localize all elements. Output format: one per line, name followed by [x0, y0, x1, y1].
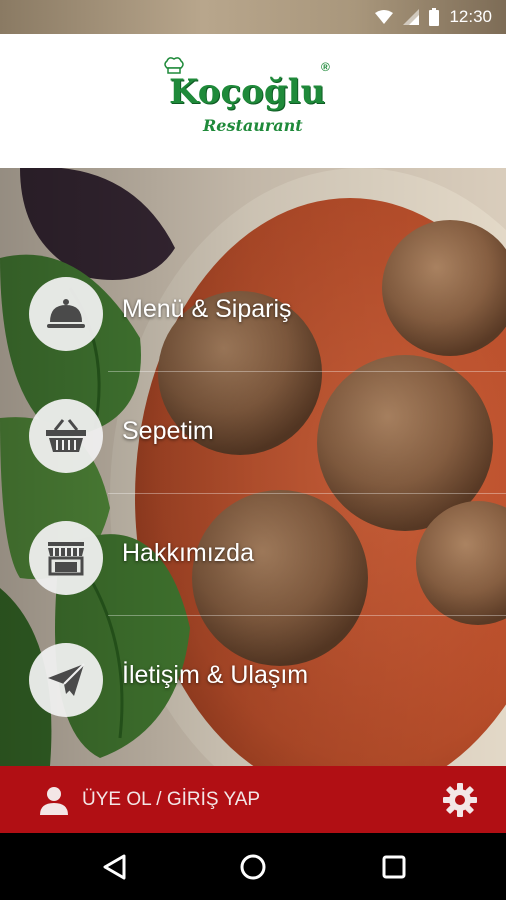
app-header: Koçoğlu ® Restaurant — [0, 34, 506, 168]
menu-item-label: Menü & Sipariş — [122, 295, 292, 323]
menu-item-about[interactable]: Hakkımızda — [0, 494, 506, 616]
gear-icon[interactable] — [442, 782, 478, 818]
bottom-action-bar: ÜYE OL / GİRİŞ YAP — [0, 766, 506, 833]
home-icon — [240, 854, 266, 880]
restaurant-logo: Koçoğlu ® Restaurant — [163, 56, 343, 146]
paper-plane-icon — [48, 663, 85, 696]
status-icons: 12:30 — [375, 6, 492, 28]
back-icon — [103, 854, 126, 880]
menu-item-order[interactable]: Menü & Sipariş — [0, 250, 506, 372]
status-bar: 12:30 — [0, 0, 506, 34]
menu-icon-circle — [29, 277, 103, 351]
login-register-button[interactable]: ÜYE OL / GİRİŞ YAP — [38, 782, 260, 818]
menu-item-cart[interactable]: Sepetim — [0, 372, 506, 494]
storefront-icon — [48, 542, 84, 576]
cloche-icon — [47, 299, 85, 328]
home-button[interactable] — [237, 851, 269, 883]
battery-icon — [429, 8, 440, 26]
back-button[interactable] — [98, 851, 130, 883]
logo-subtitle: Restaurant — [203, 116, 303, 135]
logo-brand-text: Koçoğlu — [169, 72, 326, 112]
login-register-label: ÜYE OL / GİRİŞ YAP — [82, 789, 261, 810]
signal-icon — [403, 9, 420, 25]
registered-mark: ® — [321, 60, 330, 74]
menu-item-label: Sepetim — [122, 417, 214, 445]
user-icon — [40, 787, 68, 815]
system-nav-bar — [0, 833, 506, 900]
wifi-icon — [375, 10, 394, 24]
status-time: 12:30 — [449, 7, 492, 26]
menu-icon-circle — [29, 399, 103, 473]
menu-item-label: İletişim & Ulaşım — [122, 661, 309, 689]
basket-icon — [46, 419, 86, 452]
menu-item-contact[interactable]: İletişim & Ulaşım — [0, 616, 506, 738]
menu-icon-circle — [29, 521, 103, 595]
recents-icon — [382, 855, 406, 879]
menu-icon-circle — [29, 643, 103, 717]
recents-button[interactable] — [378, 851, 410, 883]
menu-item-label: Hakkımızda — [122, 539, 254, 567]
